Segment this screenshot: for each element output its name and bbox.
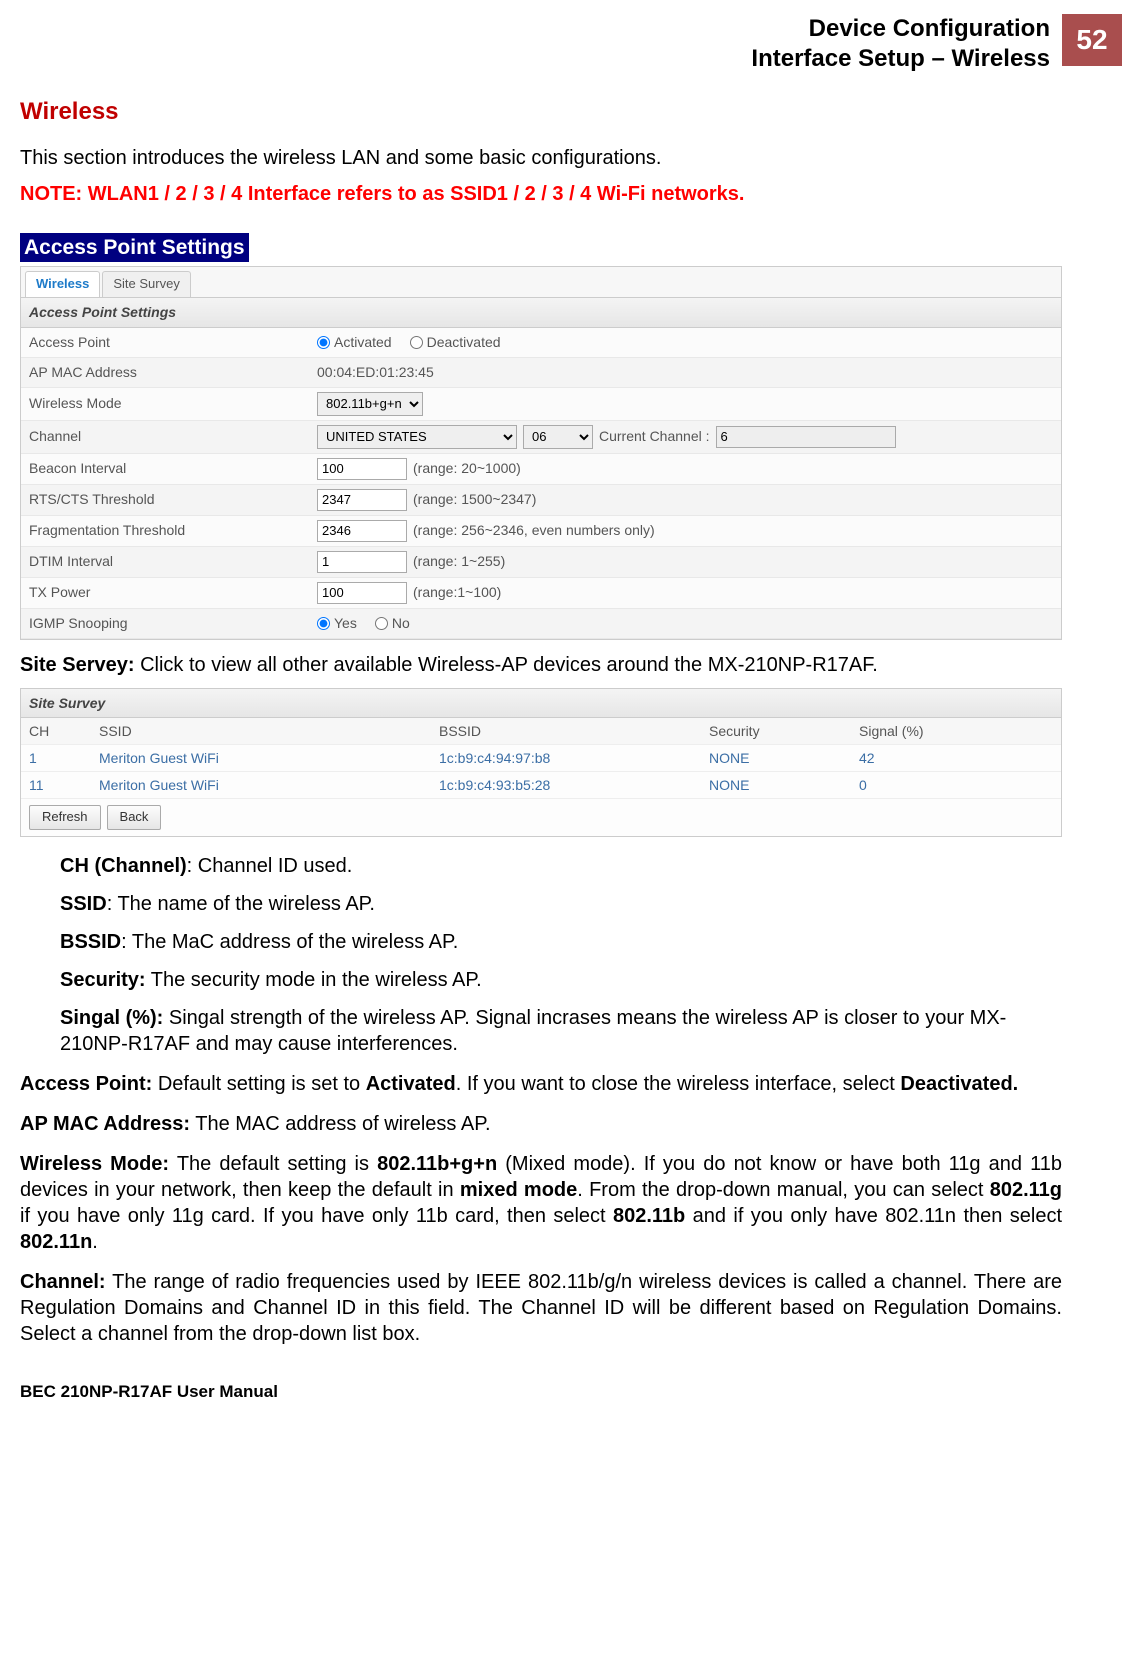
para-access-point: Access Point: Default setting is set to … — [20, 1071, 1062, 1097]
value-ap-mac: 00:04:ED:01:23:45 — [317, 363, 434, 381]
input-rts[interactable] — [317, 489, 407, 511]
label-wireless-mode: Wireless Mode — [21, 389, 311, 417]
site-survey-intro: Site Servey: Click to view all other ava… — [20, 652, 1062, 678]
header-line2: Interface Setup – Wireless — [751, 44, 1050, 74]
refresh-button[interactable]: Refresh — [29, 805, 101, 830]
footer-text: BEC 210NP-R17AF User Manual — [20, 1381, 1062, 1403]
radio-igmp-yes[interactable]: Yes — [317, 614, 357, 632]
table-row: 11 Meriton Guest WiFi 1c:b9:c4:93:b5:28 … — [21, 772, 1061, 799]
input-frag[interactable] — [317, 520, 407, 542]
input-dtim[interactable] — [317, 551, 407, 573]
survey-header: Site Survey — [21, 689, 1061, 718]
label-access-point: Access Point — [21, 328, 311, 356]
site-survey-panel: Site Survey CH SSID BSSID Security Signa… — [20, 688, 1062, 838]
section-title: Wireless — [20, 96, 1062, 127]
definitions-block: CH (Channel): Channel ID used. SSID: The… — [60, 853, 1062, 1057]
select-wireless-mode[interactable]: 802.11b+g+n — [317, 392, 423, 416]
hint-beacon: (range: 20~1000) — [413, 459, 521, 477]
input-beacon[interactable] — [317, 458, 407, 480]
settings-rows: Access Point Activated Deactivated AP MA… — [21, 328, 1061, 639]
hint-dtim: (range: 1~255) — [413, 552, 505, 570]
hint-rts: (range: 1500~2347) — [413, 490, 536, 508]
label-ap-mac: AP MAC Address — [21, 358, 311, 386]
label-txpower: TX Power — [21, 578, 311, 606]
select-channel[interactable]: 06 — [523, 425, 593, 449]
para-channel: Channel: The range of radio frequencies … — [20, 1269, 1062, 1347]
input-current-channel — [716, 426, 896, 448]
note-text: NOTE: WLAN1 / 2 / 3 / 4 Interface refers… — [20, 181, 1062, 207]
select-country[interactable]: UNITED STATES — [317, 425, 517, 449]
survey-header-row: CH SSID BSSID Security Signal (%) — [21, 718, 1061, 745]
radio-activated[interactable]: Activated — [317, 333, 392, 351]
aps-heading: Access Point Settings — [20, 233, 249, 262]
label-igmp: IGMP Snooping — [21, 609, 311, 637]
table-row: 1 Meriton Guest WiFi 1c:b9:c4:94:97:b8 N… — [21, 744, 1061, 771]
label-beacon: Beacon Interval — [21, 454, 311, 482]
access-point-settings-panel: Wireless Site Survey Access Point Settin… — [20, 266, 1062, 639]
page-number-badge: 52 — [1062, 14, 1122, 66]
header-line1: Device Configuration — [751, 14, 1050, 44]
aps-section-header: Access Point Settings — [21, 298, 1061, 327]
para-ap-mac: AP MAC Address: The MAC address of wirel… — [20, 1111, 1062, 1137]
label-rts: RTS/CTS Threshold — [21, 485, 311, 513]
tab-bar: Wireless Site Survey — [21, 267, 1061, 298]
label-dtim: DTIM Interval — [21, 547, 311, 575]
label-current-channel: Current Channel : — [599, 427, 710, 445]
tab-site-survey[interactable]: Site Survey — [102, 271, 190, 297]
page-header: Device Configuration Interface Setup – W… — [20, 14, 1062, 74]
back-button[interactable]: Back — [107, 805, 162, 830]
hint-frag: (range: 256~2346, even numbers only) — [413, 521, 655, 539]
survey-table: CH SSID BSSID Security Signal (%) 1 Meri… — [21, 718, 1061, 800]
label-channel: Channel — [21, 422, 311, 450]
para-wireless-mode: Wireless Mode: The default setting is 80… — [20, 1151, 1062, 1255]
input-txpower[interactable] — [317, 582, 407, 604]
label-frag: Fragmentation Threshold — [21, 516, 311, 544]
hint-txpower: (range:1~100) — [413, 583, 501, 601]
intro-text: This section introduces the wireless LAN… — [20, 145, 1062, 171]
tab-wireless[interactable]: Wireless — [25, 271, 100, 297]
radio-igmp-no[interactable]: No — [375, 614, 410, 632]
radio-deactivated[interactable]: Deactivated — [410, 333, 501, 351]
